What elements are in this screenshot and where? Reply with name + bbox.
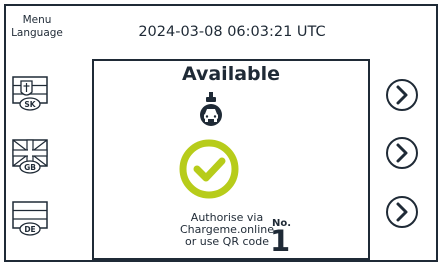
menu-language-label: Menu Language <box>6 14 68 40</box>
flag-de-code: DE <box>24 225 35 234</box>
language-button-de[interactable]: DE <box>10 200 50 238</box>
check-circle-icon <box>179 139 239 199</box>
ev-car-icon <box>200 92 222 126</box>
chevron-right-circle-icon <box>386 196 418 228</box>
menu-language-line1: Menu <box>22 14 52 26</box>
connector-number: 1 <box>270 224 291 258</box>
chevron-right-circle-icon <box>386 79 418 111</box>
menu-language-line2: Language <box>11 27 63 39</box>
arrow-button-3[interactable] <box>385 195 419 229</box>
flag-gb-icon: GB <box>12 139 48 174</box>
status-title: Available <box>181 63 281 85</box>
flag-gb-code: GB <box>24 163 36 172</box>
arrow-button-1[interactable] <box>385 78 419 112</box>
chevron-right-circle-icon <box>386 137 418 169</box>
language-button-gb[interactable]: GB <box>10 138 50 176</box>
flag-sk-code: SK <box>24 100 36 109</box>
status-panel: Available Authorise via Chargeme.online … <box>92 59 370 260</box>
flag-sk-icon: SK <box>12 76 48 111</box>
flag-de-icon: DE <box>12 201 48 236</box>
language-button-sk[interactable]: SK <box>10 75 50 113</box>
datetime-display: 2024-03-08 06:03:21 UTC <box>138 24 326 40</box>
arrow-button-2[interactable] <box>385 136 419 170</box>
